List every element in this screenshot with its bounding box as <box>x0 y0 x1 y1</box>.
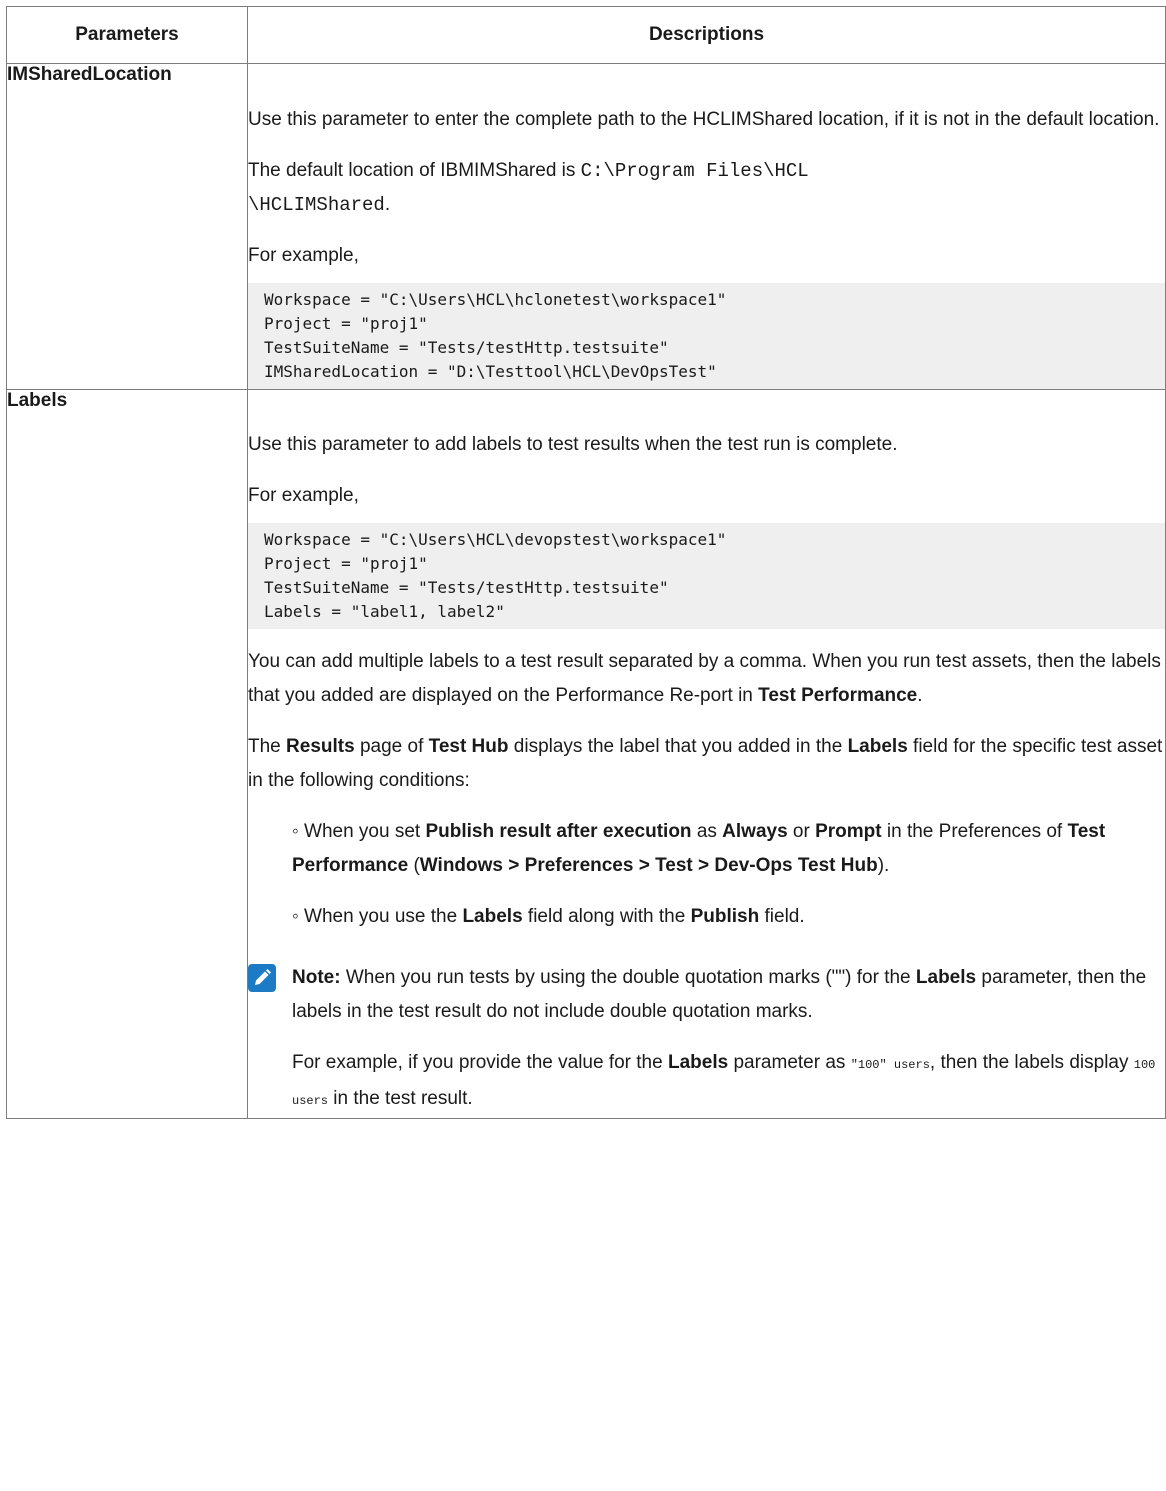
code-block: Workspace = "C:\Users\HCL\devopstest\wor… <box>248 523 1165 629</box>
param-name: IMSharedLocation <box>6 63 248 390</box>
table-header-row: Parameters Descriptions <box>6 6 1166 64</box>
param-description: Use this parameter to enter the complete… <box>247 63 1166 390</box>
code-block: Workspace = "C:\Users\HCL\hclonetest\wor… <box>248 283 1165 389</box>
parameters-table: Parameters Descriptions IMSharedLocation… <box>6 6 1166 1119</box>
path-code: \HCLIMShared <box>248 194 385 216</box>
list-item: ◦ When you use the Labels field along wi… <box>292 906 805 927</box>
inline-code: "100" users <box>850 1058 930 1072</box>
param-name: Labels <box>6 389 248 1119</box>
pencil-icon <box>248 964 276 992</box>
list-item: ◦ When you set Publish result after exec… <box>292 821 1106 876</box>
default-location-text: The default location of IBMIMShared is C… <box>248 160 809 216</box>
conditions-list: ◦ When you set Publish result after exec… <box>248 815 1165 934</box>
example-label: For example, <box>248 485 359 506</box>
note-example-text: For example, if you provide the value fo… <box>292 1052 1156 1109</box>
bullet: ◦ <box>292 821 305 842</box>
example-label: For example, <box>248 245 359 266</box>
table-row: Labels Use this parameter to add labels … <box>6 389 1166 1119</box>
description-text: Use this parameter to add labels to test… <box>248 434 898 455</box>
bullet: ◦ <box>292 906 305 927</box>
table-row: IMSharedLocation Use this parameter to e… <box>6 63 1166 390</box>
header-descriptions: Descriptions <box>247 6 1166 64</box>
description-text: Use this parameter to enter the complete… <box>248 109 1160 130</box>
results-page-text: The Results page of Test Hub displays th… <box>248 736 1163 791</box>
path-code: C:\Program Files\HCL <box>580 160 809 182</box>
param-description: Use this parameter to add labels to test… <box>247 389 1166 1119</box>
note-box: Note: When you run tests by using the do… <box>248 961 1165 1118</box>
header-parameters: Parameters <box>6 6 248 64</box>
multiple-labels-text: You can add multiple labels to a test re… <box>248 651 1161 706</box>
note-text: Note: When you run tests by using the do… <box>292 967 1147 1022</box>
